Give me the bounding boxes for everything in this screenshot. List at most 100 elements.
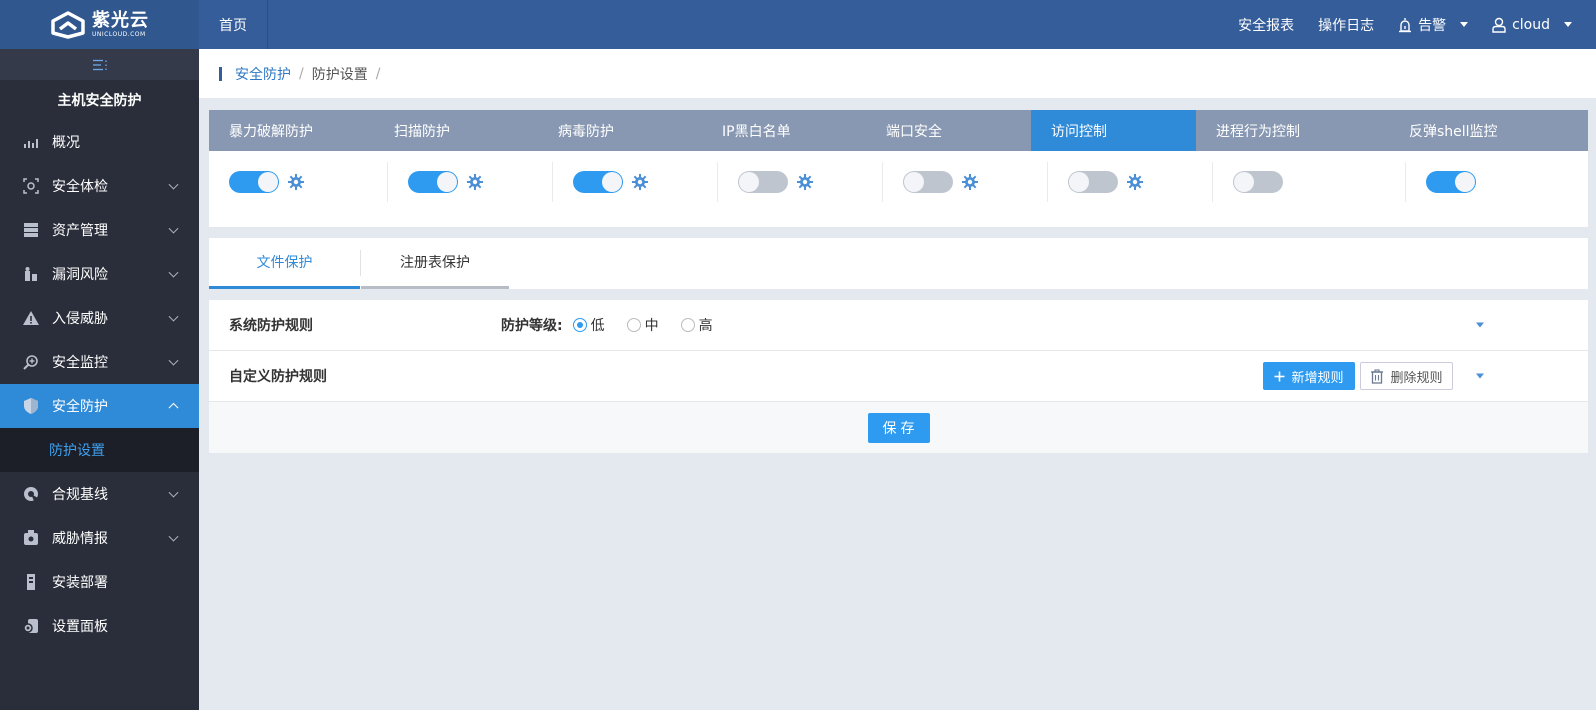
- chevron-up-icon: [168, 402, 179, 413]
- sidebar-item-label: 安装部署: [52, 575, 108, 591]
- process-behavior-toggle[interactable]: [1233, 171, 1283, 193]
- sidebar-item-security-check[interactable]: 安全体检: [0, 164, 199, 208]
- caret-down-icon: [1460, 22, 1469, 27]
- radio-icon: [680, 318, 695, 332]
- tab-registry-protection[interactable]: 注册表保护: [361, 238, 509, 289]
- tab-port-security[interactable]: 端口安全: [866, 110, 1031, 151]
- radio-label: 高: [698, 318, 713, 334]
- rules-panel: 系统防护规则 防护等级: 低 中 高 自定义防护规则 新增规则 删除规则 保存: [209, 300, 1588, 453]
- sidebar-item-monitoring[interactable]: 安全监控: [0, 340, 199, 384]
- access-control-toggle[interactable]: [1068, 171, 1118, 193]
- reverse-shell-toggle[interactable]: [1426, 171, 1476, 193]
- delete-rule-button[interactable]: 删除规则: [1360, 362, 1453, 390]
- radio-selected-icon: [572, 318, 587, 332]
- sidebar-item-threat-intel[interactable]: 威胁情报: [0, 516, 199, 560]
- gear-icon[interactable]: [1126, 173, 1144, 191]
- tab-virus-protection[interactable]: 病毒防护: [538, 110, 702, 151]
- sidebar-item-label: 入侵威胁: [52, 311, 108, 327]
- tab-process-behavior[interactable]: 进程行为控制: [1196, 110, 1389, 151]
- level-low-radio[interactable]: 低: [572, 315, 605, 335]
- expand-caret-icon[interactable]: [1476, 373, 1484, 379]
- sidebar-item-label: 资产管理: [52, 223, 108, 239]
- user-menu[interactable]: cloud: [1492, 17, 1572, 33]
- sidebar-item-compliance[interactable]: 合规基线: [0, 472, 199, 516]
- trash-icon: [1371, 368, 1384, 384]
- sidebar-subitem-protection-settings[interactable]: 防护设置: [0, 428, 199, 472]
- sidebar-item-label: 漏洞风险: [52, 267, 108, 283]
- scan-icon: [22, 177, 40, 195]
- radio-icon: [626, 318, 641, 332]
- bug-icon: [22, 265, 40, 283]
- tab-access-control[interactable]: 访问控制: [1031, 110, 1196, 151]
- sidebar-item-overview[interactable]: 概况: [0, 120, 199, 164]
- alert-menu[interactable]: 告警: [1398, 15, 1469, 35]
- save-area: 保存: [209, 402, 1588, 453]
- chevron-down-icon: [168, 531, 179, 542]
- breadcrumb-parent-link[interactable]: 安全防护: [235, 64, 291, 84]
- user-icon: [1492, 17, 1506, 33]
- tab-scan-protection[interactable]: 扫描防护: [374, 110, 538, 151]
- protection-switches: [209, 151, 1588, 213]
- install-icon: [22, 573, 40, 591]
- plus-icon: [1274, 371, 1285, 381]
- sidebar-item-label: 概况: [52, 135, 80, 151]
- sidebar-toggle[interactable]: [0, 49, 199, 80]
- sidebar-item-assets[interactable]: 资产管理: [0, 208, 199, 252]
- custom-rule-label: 自定义防护规则: [229, 369, 327, 385]
- gear-icon[interactable]: [466, 173, 484, 191]
- logo[interactable]: 紫光云 UNICLOUD.COM: [0, 0, 199, 49]
- tab-brute-force[interactable]: 暴力破解防护: [209, 110, 374, 151]
- bar-chart-icon: [22, 133, 40, 151]
- monitor-search-icon: [22, 353, 40, 371]
- brute-force-toggle[interactable]: [229, 171, 279, 193]
- port-security-toggle[interactable]: [903, 171, 953, 193]
- level-high-radio[interactable]: 高: [680, 315, 713, 335]
- add-rule-button[interactable]: 新增规则: [1263, 362, 1355, 390]
- top-bar: 紫光云 UNICLOUD.COM 首页 安全报表 操作日志 告警 cloud: [0, 0, 1596, 49]
- gear-icon[interactable]: [961, 173, 979, 191]
- gear-icon[interactable]: [287, 173, 305, 191]
- chevron-down-icon: [168, 311, 179, 322]
- baseline-icon: [22, 485, 40, 503]
- sub-tabs: 文件保护 注册表保护: [209, 238, 1588, 289]
- sidebar-item-intrusion[interactable]: 入侵威胁: [0, 296, 199, 340]
- operation-log-link[interactable]: 操作日志: [1318, 15, 1374, 35]
- tab-reverse-shell[interactable]: 反弹shell监控: [1389, 110, 1588, 151]
- nav-home[interactable]: 首页: [199, 0, 268, 49]
- tab-ip-list[interactable]: IP黑白名单: [702, 110, 866, 151]
- save-button[interactable]: 保存: [867, 412, 930, 443]
- system-rule-row: 系统防护规则 防护等级: 低 中 高: [209, 300, 1588, 351]
- sidebar-item-install[interactable]: 安装部署: [0, 560, 199, 604]
- sidebar-item-protection[interactable]: 安全防护: [0, 384, 199, 428]
- level-medium-radio[interactable]: 中: [626, 315, 659, 335]
- virus-protection-toggle[interactable]: [573, 171, 623, 193]
- expand-caret-icon[interactable]: [1476, 322, 1484, 328]
- sidebar-item-settings-panel[interactable]: 设置面板: [0, 604, 199, 648]
- sidebar: 主机安全防护 概况 安全体检 资产管理 漏洞风险 入侵威胁 安全监控 安全防护 …: [0, 49, 199, 710]
- shield-icon: [22, 397, 40, 415]
- gear-icon[interactable]: [796, 173, 814, 191]
- system-rule-label: 系统防护规则: [229, 318, 313, 334]
- intel-icon: [22, 529, 40, 547]
- breadcrumb-separator: /: [299, 65, 304, 82]
- server-icon: [22, 221, 40, 239]
- alarm-icon: [1399, 17, 1412, 32]
- security-report-link[interactable]: 安全报表: [1238, 15, 1294, 35]
- chevron-down-icon: [168, 179, 179, 190]
- chevron-down-icon: [168, 267, 179, 278]
- protection-modules-panel: 暴力破解防护 扫描防护 病毒防护 IP黑白名单 端口安全 访问控制 进程行为控制…: [209, 110, 1588, 227]
- radio-label: 中: [644, 318, 659, 334]
- sidebar-item-label: 安全体检: [52, 179, 108, 195]
- tab-file-protection[interactable]: 文件保护: [209, 238, 360, 289]
- chevron-down-icon: [168, 223, 179, 234]
- gear-icon[interactable]: [631, 173, 649, 191]
- user-name: cloud: [1512, 16, 1550, 33]
- scan-protection-toggle[interactable]: [408, 171, 458, 193]
- ip-list-toggle[interactable]: [738, 171, 788, 193]
- add-rule-label: 新增规则: [1291, 370, 1344, 386]
- sidebar-item-label: 安全监控: [52, 355, 108, 371]
- sidebar-item-vulnerability[interactable]: 漏洞风险: [0, 252, 199, 296]
- warning-icon: [22, 309, 40, 327]
- menu-collapse-icon: [92, 59, 107, 70]
- sidebar-item-label: 安全防护: [52, 399, 108, 415]
